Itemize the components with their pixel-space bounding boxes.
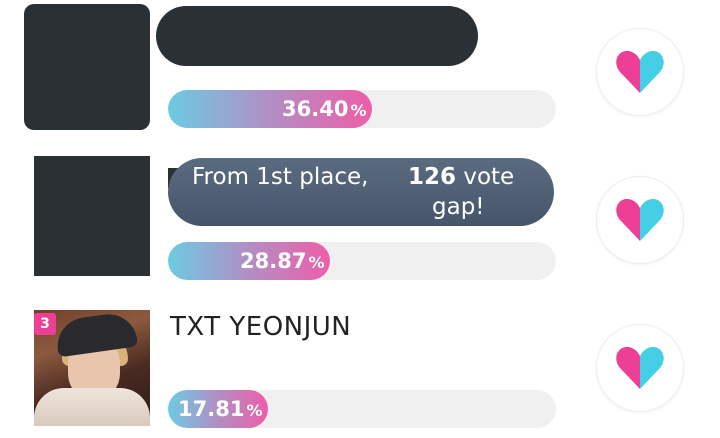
- candidate-1-vote-button[interactable]: [596, 28, 684, 116]
- heart-icon: [616, 346, 664, 389]
- candidate-3-vote-bar: 17.81%: [168, 390, 556, 428]
- candidate-1-thumbnail[interactable]: [24, 4, 150, 130]
- rank-badge: 3: [34, 313, 56, 335]
- candidate-2-vote-bar: 28.87%: [168, 242, 556, 280]
- candidate-2-thumbnail[interactable]: [34, 156, 150, 276]
- candidate-1-percent-value: 36.40: [282, 97, 349, 121]
- tooltip-gap-unit: vote: [463, 164, 515, 190]
- candidate-1-percent-sign: %: [350, 101, 367, 120]
- candidate-2-percent-value: 28.87: [240, 249, 307, 273]
- heart-icon: [616, 198, 664, 241]
- candidate-3-vote-button[interactable]: [596, 324, 684, 412]
- vote-ranking-list: 36.40% 28.87% From 1st place, 126 vote g…: [0, 0, 720, 438]
- vote-gap-tooltip: From 1st place, 126 vote gap!: [168, 158, 554, 226]
- heart-icon: [616, 50, 664, 93]
- candidate-2-percent-sign: %: [308, 253, 325, 272]
- candidate-1-vote-bar: 36.40%: [168, 90, 556, 128]
- photo-coat: [34, 388, 150, 426]
- candidate-3-name: TXT YEONJUN: [170, 312, 352, 342]
- candidate-3-percent-label: 17.81%: [178, 390, 262, 428]
- tooltip-gap-number: 126: [408, 164, 457, 190]
- candidate-1-name-redacted: [156, 6, 478, 66]
- tooltip-suffix: gap!: [432, 194, 485, 220]
- candidate-3-percent-sign: %: [246, 401, 263, 420]
- candidate-1-percent-label: 36.40%: [282, 90, 366, 128]
- candidate-2-percent-label: 28.87%: [240, 242, 324, 280]
- candidate-3-percent-value: 17.81: [178, 397, 245, 421]
- tooltip-gap: 126 vote: [408, 164, 514, 190]
- tooltip-prefix: From 1st place,: [192, 164, 369, 190]
- candidate-2-vote-button[interactable]: [596, 176, 684, 264]
